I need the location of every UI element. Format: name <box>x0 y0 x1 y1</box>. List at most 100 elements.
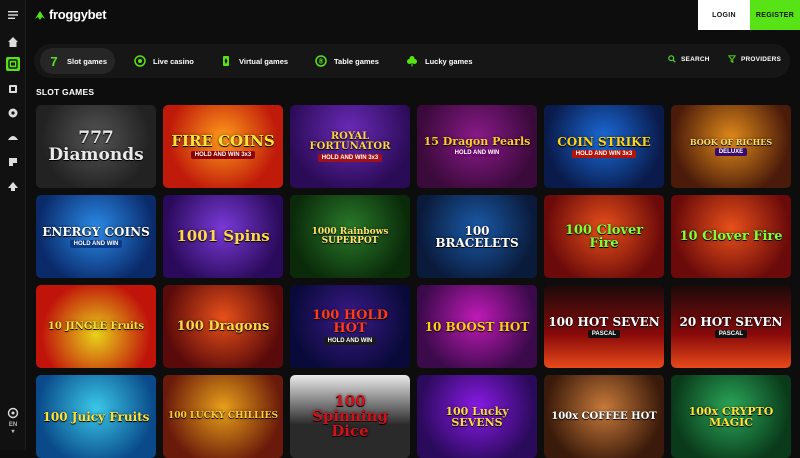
login-button[interactable]: LOGIN <box>698 0 750 30</box>
game-subtitle: HOLD AND WIN <box>323 336 377 345</box>
chevron-down-icon: ▾ <box>11 429 15 435</box>
game-title: 10 JINGLE Fruits <box>47 320 145 332</box>
game-tile[interactable]: 15 Dragon Pearls HOLD AND WIN <box>417 105 537 188</box>
virtual-icon <box>220 55 232 67</box>
game-title: ENERGY COINS <box>42 224 150 239</box>
game-tile[interactable]: 100 LUCKY CHILLIES <box>163 375 283 458</box>
game-tile[interactable]: COIN STRIKE HOLD AND WIN 3x3 <box>544 105 664 188</box>
home-icon[interactable] <box>6 35 20 49</box>
register-button[interactable]: REGISTER <box>750 0 800 30</box>
frog-icon <box>35 10 45 20</box>
game-tile[interactable]: 100 Juicy Fruits <box>36 375 156 458</box>
language-selector[interactable]: EN ▾ <box>4 422 22 436</box>
section-title: SLOT GAMES <box>36 87 95 97</box>
virtual-icon[interactable] <box>6 106 20 120</box>
game-subtitle: HOLD AND WIN <box>69 239 123 248</box>
game-subtitle: HOLD AND WIN <box>450 149 504 157</box>
game-title: 777 Diamonds <box>48 127 144 165</box>
game-tile[interactable]: FIRE COINS HOLD AND WIN 3x3 <box>163 105 283 188</box>
table-icon[interactable] <box>6 130 20 144</box>
game-title: ROYAL FORTUNATOR <box>309 130 391 152</box>
game-title: 10 BOOST HOT <box>424 319 530 334</box>
filter-icon <box>728 55 736 63</box>
promo-icon[interactable] <box>6 179 20 193</box>
game-tile[interactable]: 100x CRYPTO MAGIC <box>671 375 791 458</box>
game-tile[interactable]: ENERGY COINS HOLD AND WIN <box>36 195 156 278</box>
game-subtitle: HOLD AND WIN 3x3 <box>571 149 637 158</box>
brand-name: froggybet <box>49 7 107 22</box>
game-tile[interactable]: 10 BOOST HOT <box>417 285 537 368</box>
tab-label: Lucky games <box>425 56 473 66</box>
game-title: 1001 Spins <box>176 227 270 245</box>
game-tile[interactable]: 1000 Rainbows SUPERPOT <box>290 195 410 278</box>
game-tile[interactable]: 10 Clover Fire <box>671 195 791 278</box>
tab-label: Slot games <box>67 56 108 66</box>
menu-icon[interactable] <box>6 8 20 22</box>
svg-text:8: 8 <box>319 59 323 66</box>
game-subtitle: PASCAL <box>587 329 621 338</box>
lucky-icon[interactable] <box>6 155 20 169</box>
game-title: 100x CRYPTO MAGIC <box>688 404 774 429</box>
game-title: 15 Dragon Pearls <box>423 135 531 148</box>
tab-slot-games[interactable]: 7 Slot games <box>40 48 116 74</box>
search-button[interactable]: SEARCH <box>668 55 710 63</box>
game-tile[interactable]: 100 Lucky SEVENS <box>417 375 537 458</box>
game-title: 100 LUCKY CHILLIES <box>167 411 278 421</box>
tab-label: Virtual games <box>239 56 289 66</box>
tab-lucky-games[interactable]: Lucky games <box>398 48 481 74</box>
game-tile[interactable]: ROYAL FORTUNATOR HOLD AND WIN 3x3 <box>290 105 410 188</box>
search-icon <box>668 55 676 63</box>
game-tile[interactable]: 20 HOT SEVEN PASCAL <box>671 285 791 368</box>
providers-button[interactable]: PROVIDERS <box>728 55 781 63</box>
slot-icon[interactable] <box>6 57 20 71</box>
settings-icon[interactable] <box>6 406 20 420</box>
category-bar: 7 Slot games Live casino Virtual games 8… <box>34 44 790 78</box>
tab-live-casino[interactable]: Live casino <box>126 48 202 74</box>
game-title: 10 Clover Fire <box>679 229 783 244</box>
tab-label: Table games <box>334 56 379 66</box>
game-subtitle: PASCAL <box>714 329 748 338</box>
search-label: SEARCH <box>681 55 710 63</box>
brand-logo[interactable]: froggybet <box>34 7 107 22</box>
game-title: 20 HOT SEVEN <box>679 314 783 329</box>
tab-table-games[interactable]: 8 Table games <box>307 48 387 74</box>
game-title: BOOK OF RICHES <box>689 136 773 147</box>
game-title: 100 HOT SEVEN <box>548 314 660 329</box>
game-tile[interactable]: 100 HOLD HOT HOLD AND WIN <box>290 285 410 368</box>
game-title: 100 Clover Fire <box>564 222 644 251</box>
game-tile[interactable]: 100 BRACELETS <box>417 195 537 278</box>
game-tile[interactable]: 100 Clover Fire <box>544 195 664 278</box>
game-title: COIN STRIKE <box>557 134 651 149</box>
tab-virtual-games[interactable]: Virtual games <box>212 48 296 74</box>
game-tile[interactable]: 100 Dragons <box>163 285 283 368</box>
game-tile[interactable]: 10 JINGLE Fruits <box>36 285 156 368</box>
game-title: 100 Juicy Fruits <box>42 409 150 424</box>
game-tile[interactable]: 100 Spinning Dice <box>290 375 410 458</box>
game-tile[interactable]: 1001 Spins <box>163 195 283 278</box>
game-title: 100 HOLD HOT <box>312 307 388 336</box>
seven-icon: 7 <box>50 53 58 69</box>
game-title: 1000 Rainbows SUPERPOT <box>311 226 389 246</box>
table-icon: 8 <box>315 55 327 67</box>
game-title: 100 Lucky SEVENS <box>445 404 509 429</box>
top-header: froggybet LOGIN REGISTER <box>26 0 800 32</box>
game-tile[interactable]: 777 Diamonds <box>36 105 156 188</box>
game-title: 100x COFFEE HOT <box>551 410 657 422</box>
game-tile[interactable]: 100 HOT SEVEN PASCAL <box>544 285 664 368</box>
game-subtitle: DELUXE <box>714 147 748 156</box>
game-tile[interactable]: 100x COFFEE HOT <box>544 375 664 458</box>
game-subtitle: HOLD AND WIN 3x3 <box>317 153 383 162</box>
live-casino-icon <box>134 55 146 67</box>
left-rail: EN ▾ <box>0 0 26 450</box>
game-title: 100 Dragons <box>176 319 270 334</box>
clover-icon <box>406 55 418 67</box>
game-tile[interactable]: BOOK OF RICHES DELUXE <box>671 105 791 188</box>
tab-label: Live casino <box>153 56 194 66</box>
game-title: FIRE COINS <box>171 132 275 150</box>
game-title: 100 BRACELETS <box>435 223 519 250</box>
language-label: EN <box>8 422 18 428</box>
live-icon[interactable] <box>6 82 20 96</box>
game-subtitle: HOLD AND WIN 3x3 <box>190 151 256 159</box>
providers-label: PROVIDERS <box>741 55 782 63</box>
game-title: 100 Spinning Dice <box>312 392 388 440</box>
